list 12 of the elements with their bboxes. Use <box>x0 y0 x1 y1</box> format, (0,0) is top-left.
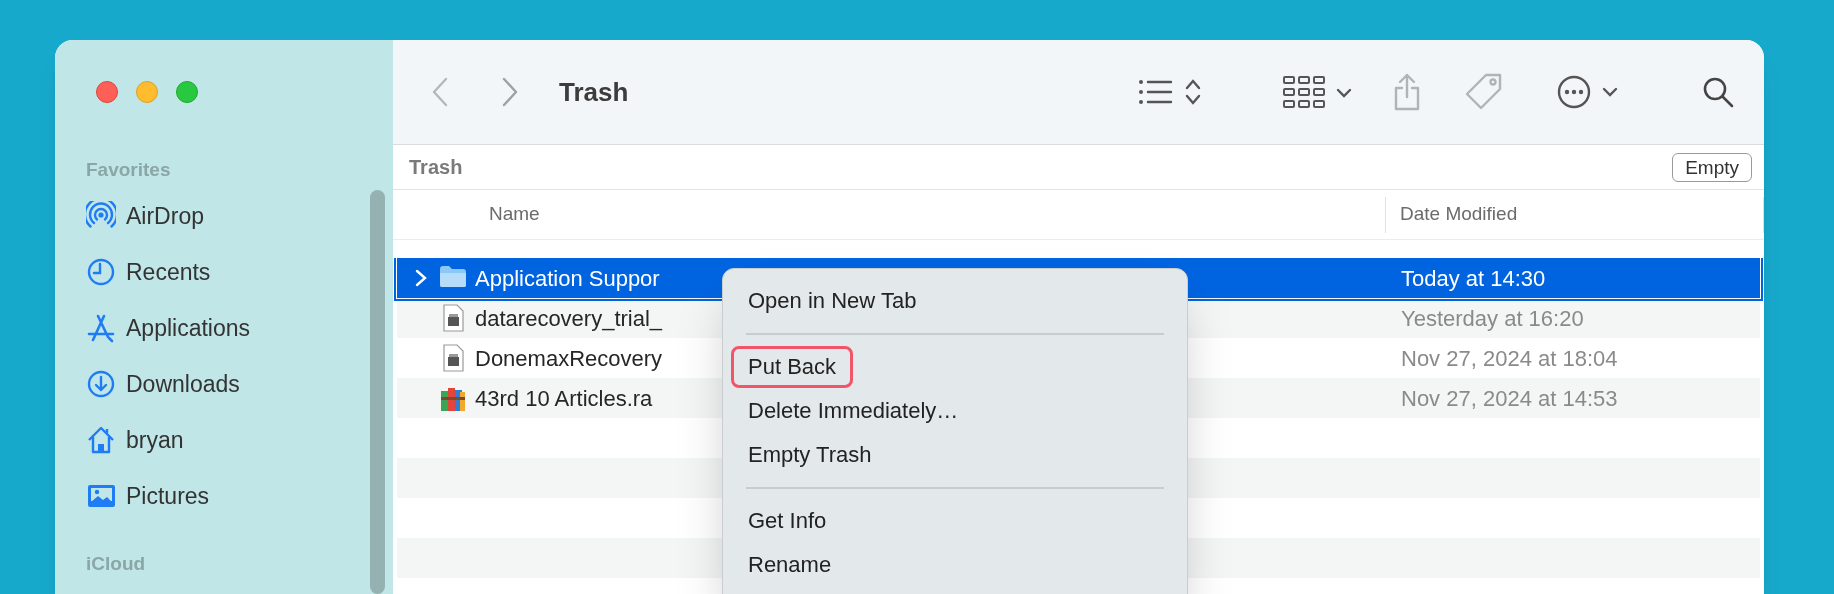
file-name: 43rd 10 Articles.ra <box>475 384 654 413</box>
sidebar-heading: Favorites <box>85 157 172 182</box>
file-name: DonemaxRecovery <box>475 344 664 373</box>
sidebar-heading: iCloud <box>85 551 147 576</box>
date-modified: Nov 27, 2024 at 14:53 <box>1400 384 1618 413</box>
file-name: Application Suppor <box>475 264 661 293</box>
date-modified: Yesterday at 16:20 <box>1400 304 1584 333</box>
file-name: datarecovery_trial_ <box>475 304 664 333</box>
window-title: Trash <box>559 75 629 109</box>
date-modified: Nov 27, 2024 at 18:04 <box>1400 344 1618 373</box>
path-bar-title: Trash <box>409 155 463 180</box>
date-modified: Today at 14:30 <box>1400 264 1546 293</box>
